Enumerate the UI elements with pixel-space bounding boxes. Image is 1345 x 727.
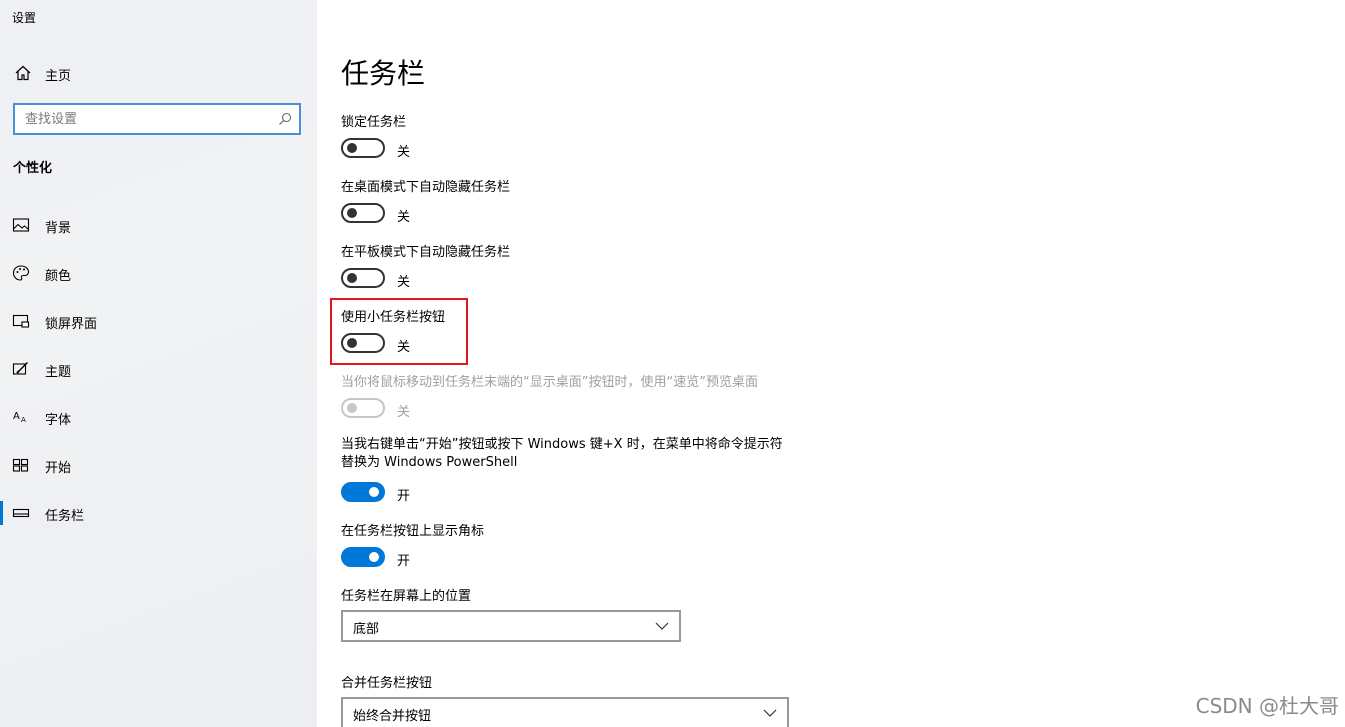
toggle-knob — [369, 552, 379, 562]
sidebar-item-label: 主页 — [45, 69, 72, 84]
setting-label-peek: 当你将鼠标移动到任务栏末端的“显示桌面”按钮时，使用“速览”预览桌面 — [341, 375, 758, 390]
chevron-down-icon — [655, 622, 669, 630]
setting-label-powershell: 当我右键单击“开始”按钮或按下 Windows 键+X 时，在菜单中将命令提示符… — [341, 437, 783, 470]
toggle-badges[interactable] — [341, 547, 385, 567]
toggle-autohide-tablet[interactable] — [341, 268, 385, 288]
combine-dropdown[interactable]: 始终合并按钮 — [341, 697, 789, 727]
home-icon — [15, 65, 31, 81]
taskbar-icon — [12, 508, 30, 518]
sidebar-item-label: 字体 — [45, 413, 72, 428]
sidebar-item-taskbar[interactable]: 任务栏 — [0, 497, 317, 529]
toggle-state-text: 关 — [397, 145, 411, 160]
search-icon[interactable] — [278, 112, 292, 126]
search-input[interactable] — [15, 105, 265, 133]
toggle-small-buttons[interactable] — [341, 333, 385, 353]
toggle-state-text: 关 — [397, 340, 411, 355]
position-dropdown[interactable]: 底部 — [341, 610, 681, 642]
sidebar-item-fonts[interactable]: A A 字体 — [0, 401, 317, 433]
start-grid-icon — [12, 458, 29, 472]
page-title: 任务栏 — [341, 57, 426, 90]
setting-label-autohide-tablet: 在平板模式下自动隐藏任务栏 — [341, 245, 511, 260]
svg-text:A: A — [21, 416, 26, 424]
font-icon: A A — [13, 411, 26, 424]
chevron-down-icon — [763, 709, 777, 717]
image-icon — [12, 218, 30, 232]
sidebar-item-themes[interactable]: 主题 — [0, 353, 317, 385]
setting-label-badges: 在任务栏按钮上显示角标 — [341, 524, 485, 539]
svg-text:A: A — [13, 411, 20, 422]
sidebar-item-label: 开始 — [45, 461, 72, 476]
dropdown-value: 始终合并按钮 — [353, 709, 432, 724]
setting-label-position: 任务栏在屏幕上的位置 — [341, 589, 472, 604]
setting-label-small-buttons: 使用小任务栏按钮 — [341, 310, 446, 325]
toggle-knob — [347, 273, 357, 283]
sidebar-item-label: 背景 — [45, 221, 72, 236]
sidebar-item-label: 任务栏 — [45, 509, 85, 524]
setting-label-autohide-desktop: 在桌面模式下自动隐藏任务栏 — [341, 180, 511, 195]
toggle-knob — [347, 208, 357, 218]
sidebar-item-label: 主题 — [45, 365, 72, 380]
sidebar-item-home[interactable]: 主页 — [0, 58, 317, 88]
theme-brush-icon — [12, 362, 28, 375]
toggle-knob — [347, 403, 357, 413]
sidebar-item-label: 锁屏界面 — [45, 317, 98, 332]
search-box[interactable] — [13, 103, 301, 135]
sidebar-item-colors[interactable]: 颜色 — [0, 257, 317, 289]
setting-label-lock-taskbar: 锁定任务栏 — [341, 115, 407, 130]
main-content: 任务栏 锁定任务栏 关 在桌面模式下自动隐藏任务栏 关 在平板模式下自动隐藏任务… — [317, 0, 1345, 727]
dropdown-value: 底部 — [353, 622, 380, 637]
toggle-state-text: 开 — [397, 489, 411, 504]
watermark: CSDN @杜大哥 — [1195, 694, 1339, 718]
app-title: 设置 — [12, 11, 37, 25]
toggle-peek — [341, 398, 385, 418]
sidebar-item-background[interactable]: 背景 — [0, 209, 317, 241]
sidebar: 设置 主页 个性化 背景 颜色 — [0, 0, 317, 727]
toggle-state-text: 开 — [397, 554, 411, 569]
section-title: 个性化 — [13, 161, 53, 176]
toggle-state-text: 关 — [397, 210, 411, 225]
toggle-knob — [347, 338, 357, 348]
toggle-autohide-desktop[interactable] — [341, 203, 385, 223]
sidebar-item-label: 颜色 — [45, 269, 72, 284]
toggle-state-text: 关 — [397, 275, 411, 290]
palette-icon — [12, 265, 30, 281]
setting-label-combine: 合并任务栏按钮 — [341, 676, 433, 691]
toggle-powershell[interactable] — [341, 482, 385, 502]
sidebar-item-start[interactable]: 开始 — [0, 449, 317, 481]
toggle-knob — [369, 487, 379, 497]
sidebar-item-lock-screen[interactable]: 锁屏界面 — [0, 305, 317, 337]
lock-screen-icon — [12, 314, 30, 328]
toggle-knob — [347, 143, 357, 153]
toggle-lock-taskbar[interactable] — [341, 138, 385, 158]
toggle-state-text: 关 — [397, 405, 411, 420]
